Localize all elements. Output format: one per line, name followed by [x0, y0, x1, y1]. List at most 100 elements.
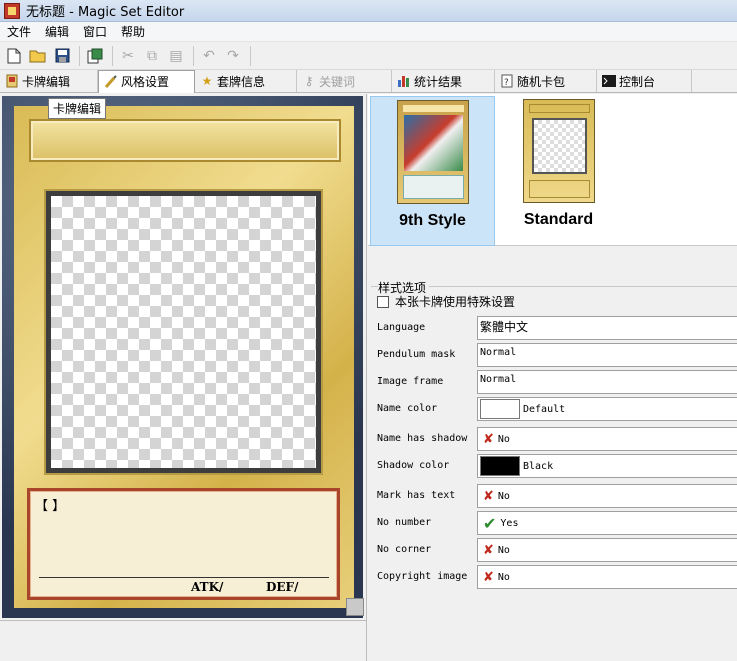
x-icon: ✘: [483, 488, 494, 504]
cut-icon[interactable]: ✂: [117, 45, 139, 67]
tab-label: 套牌信息: [217, 74, 266, 89]
option-label: Name has shadow: [377, 433, 468, 444]
shadow-color-picker[interactable]: Black: [477, 454, 737, 478]
x-icon: ✘: [483, 542, 494, 558]
title-bar: 无标题 - Magic Set Editor: [0, 0, 737, 22]
key-icon: ⚷: [304, 74, 314, 88]
special-settings-label: 本张卡牌使用特殊设置: [395, 295, 516, 309]
style-item-standard[interactable]: Standard: [496, 96, 621, 246]
toolbar-separator: [193, 45, 194, 66]
name-color-picker[interactable]: Default: [477, 397, 737, 421]
option-row-no-number: No number ✔ Yes: [371, 511, 737, 537]
tab-keywords[interactable]: ⚷ 关键词: [297, 70, 392, 92]
tab-console[interactable]: 控制台: [597, 70, 692, 92]
option-label: Shadow color: [377, 460, 450, 471]
option-label: Pendulum mask: [377, 349, 456, 360]
special-settings-checkbox[interactable]: [377, 295, 389, 308]
pane-divider: [0, 620, 367, 621]
menu-file[interactable]: 文件: [0, 23, 38, 40]
language-dropdown[interactable]: 繁體中文: [477, 316, 737, 340]
color-swatch: [480, 456, 520, 476]
no-number-toggle[interactable]: ✔ Yes: [477, 511, 737, 535]
option-row-language: Language 繁體中文: [371, 316, 737, 342]
mark-has-text-toggle[interactable]: ✘ No: [477, 484, 737, 508]
star-icon: ★: [201, 74, 213, 88]
menu-help[interactable]: 帮助: [114, 23, 152, 40]
tab-label: 统计结果: [414, 74, 463, 89]
new-file-icon[interactable]: [3, 45, 25, 67]
option-value: No: [497, 433, 510, 445]
option-value: 繁體中文: [480, 320, 529, 334]
option-row-name-color: Name color Default: [371, 397, 737, 423]
option-value: Normal: [480, 347, 517, 358]
export-icon[interactable]: [84, 45, 106, 67]
copy-icon[interactable]: ⧉: [141, 45, 163, 67]
option-value: Yes: [500, 517, 519, 529]
tab-random-pack[interactable]: ? 随机卡包: [495, 70, 597, 92]
atk-label[interactable]: ATK/: [191, 580, 223, 594]
tab-bar: 卡牌编辑 风格设置 ★ 套牌信息 ⚷ 关键词 统计结果 ? 随机卡包 控制台: [0, 69, 737, 93]
name-has-shadow-toggle[interactable]: ✘ No: [477, 427, 737, 451]
toolbar-separator: [250, 45, 251, 66]
style-list: 9th Style Standard: [368, 94, 737, 246]
tab-style-settings[interactable]: 风格设置: [98, 69, 195, 93]
paste-icon[interactable]: ▤: [165, 45, 187, 67]
option-row-image-frame: Image frame Normal: [371, 370, 737, 396]
tab-label: 风格设置: [121, 75, 170, 89]
pendulum-mask-dropdown[interactable]: Normal: [477, 343, 737, 367]
x-icon: ✘: [483, 431, 494, 447]
color-swatch: [480, 399, 520, 419]
option-label: Language: [377, 322, 426, 333]
open-folder-icon[interactable]: [27, 45, 49, 67]
bar-chart-icon: [397, 74, 411, 88]
card-text-box[interactable]: 【 】 ATK/ DEF/: [27, 488, 340, 600]
card-corner-icon: [346, 598, 364, 616]
card-preview[interactable]: 【 】 ATK/ DEF/: [2, 96, 364, 618]
style-item-9th[interactable]: 9th Style: [370, 96, 495, 246]
toolbar: ✂ ⧉ ▤ ↶ ↷: [0, 42, 737, 70]
redo-icon[interactable]: ↷: [222, 45, 244, 67]
toolbar-separator: [79, 45, 80, 66]
card-art-frame[interactable]: [46, 191, 321, 473]
option-row-name-has-shadow: Name has shadow ✘ No: [371, 427, 737, 453]
option-row-copyright-image: Copyright image ✘ No: [371, 565, 737, 591]
check-icon: ✔: [483, 513, 497, 533]
style-thumbnail: [522, 99, 595, 203]
style-label: 9th Style: [399, 212, 466, 229]
option-label: Name color: [377, 403, 438, 414]
def-label[interactable]: DEF/: [266, 580, 298, 594]
card-name-box[interactable]: [29, 119, 341, 162]
no-corner-toggle[interactable]: ✘ No: [477, 538, 737, 562]
card-type-brackets: 【 】: [35, 499, 66, 514]
special-settings-row[interactable]: 本张卡牌使用特殊设置: [377, 293, 515, 310]
option-row-no-corner: No corner ✘ No: [371, 538, 737, 564]
option-label: No corner: [377, 544, 432, 555]
menu-edit[interactable]: 编辑: [38, 23, 76, 40]
undo-icon[interactable]: ↶: [198, 45, 220, 67]
tab-label: 关键词: [319, 74, 356, 89]
stat-divider: [39, 577, 329, 578]
card-preview-pane: 【 】 ATK/ DEF/: [0, 94, 367, 661]
image-frame-dropdown[interactable]: Normal: [477, 370, 737, 394]
save-icon[interactable]: [51, 45, 73, 67]
style-options-group: 样式选项 本张卡牌使用特殊设置 Language 繁體中文 Pendulum m…: [371, 279, 737, 596]
option-value: Normal: [480, 374, 517, 385]
menu-window[interactable]: 窗口: [76, 23, 114, 40]
tab-label: 随机卡包: [517, 74, 566, 89]
tab-card-edit[interactable]: 卡牌编辑: [0, 70, 98, 92]
option-row-mark-has-text: Mark has text ✘ No: [371, 484, 737, 510]
tooltip: 卡牌编辑: [48, 98, 107, 119]
option-value: No: [497, 571, 510, 583]
console-icon: [602, 74, 616, 88]
style-settings-pane: 9th Style Standard 样式选项 本张卡牌使用特殊设置 Langu…: [368, 94, 737, 661]
tab-statistics[interactable]: 统计结果: [392, 70, 495, 92]
option-label: Image frame: [377, 376, 444, 387]
random-pack-icon: ?: [500, 74, 514, 88]
option-row-shadow-color: Shadow color Black: [371, 454, 737, 480]
tab-label: 控制台: [619, 74, 656, 89]
style-thumbnail: [396, 100, 469, 204]
style-label: Standard: [523, 211, 594, 228]
card-frame: 【 】 ATK/ DEF/: [14, 106, 364, 616]
copyright-image-toggle[interactable]: ✘ No: [477, 565, 737, 589]
tab-set-info[interactable]: ★ 套牌信息: [195, 70, 297, 92]
